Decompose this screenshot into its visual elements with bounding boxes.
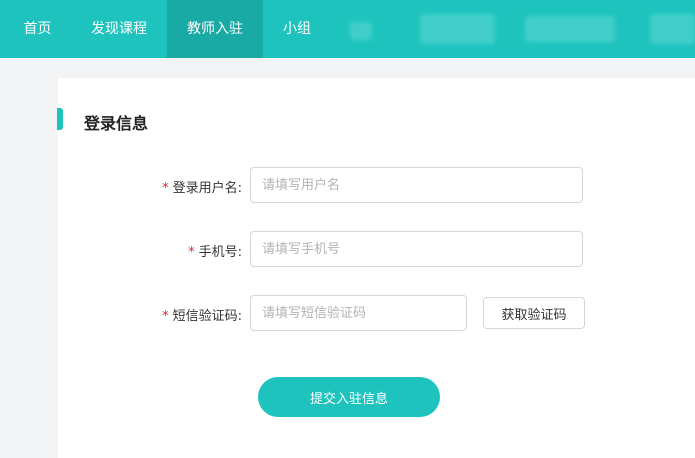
required-mark: *	[188, 245, 195, 260]
nav-item-teacher-join[interactable]: 教师入驻	[167, 0, 263, 58]
nav-item-home[interactable]: 首页	[10, 0, 65, 58]
username-label: * 登录用户名:	[122, 177, 242, 196]
blurred-nav-item	[525, 16, 615, 42]
nav-item-discover-courses[interactable]: 发现课程	[77, 0, 161, 58]
sms-code-label-text: 短信验证码:	[172, 309, 242, 324]
top-navigation-bar: 首页 发现课程 教师入驻 小组	[0, 0, 695, 58]
section-accent-bar	[57, 108, 63, 130]
submit-join-button[interactable]: 提交入驻信息	[258, 377, 440, 417]
blurred-nav-item	[420, 14, 495, 44]
blurred-nav-item	[650, 14, 695, 44]
sms-code-input[interactable]	[250, 295, 467, 331]
username-label-text: 登录用户名:	[172, 181, 242, 196]
nav-item-groups[interactable]: 小组	[271, 0, 323, 58]
phone-label: * 手机号:	[122, 241, 242, 260]
sms-code-label: * 短信验证码:	[122, 305, 242, 324]
required-mark: *	[162, 181, 169, 196]
username-input[interactable]	[250, 167, 583, 203]
section-title: 登录信息	[84, 114, 149, 133]
blurred-nav-item	[350, 22, 372, 40]
required-mark: *	[162, 309, 169, 324]
phone-input[interactable]	[250, 231, 583, 267]
phone-label-text: 手机号:	[198, 245, 242, 260]
get-code-button[interactable]: 获取验证码	[483, 297, 585, 329]
